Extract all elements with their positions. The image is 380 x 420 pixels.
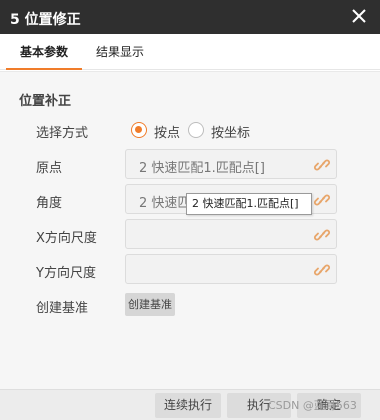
title-bar: 5 位置修正	[0, 0, 380, 34]
x-scale-field[interactable]	[125, 219, 337, 249]
radio-by-coordinate[interactable]	[188, 122, 204, 138]
origin-value: 2 快速匹配1.匹配点[]	[139, 161, 265, 176]
mode-label: 选择方式	[36, 126, 89, 141]
window-title: 5 位置修正	[10, 12, 81, 28]
y-scale-field[interactable]	[125, 254, 337, 284]
tab-results[interactable]: 结果显示	[90, 34, 150, 70]
tab-basic-params[interactable]: 基本参数	[6, 34, 82, 70]
link-icon[interactable]	[314, 192, 330, 208]
create-base-label: 创建基准	[36, 301, 89, 316]
link-icon[interactable]	[314, 157, 330, 173]
x-scale-label: X方向尺度	[36, 231, 97, 246]
origin-label: 原点	[36, 161, 63, 176]
link-icon[interactable]	[314, 262, 330, 278]
origin-field[interactable]: 2 快速匹配1.匹配点[]	[125, 149, 337, 179]
y-scale-label: Y方向尺度	[36, 266, 96, 281]
run-continuous-button[interactable]: 连续执行	[155, 393, 221, 418]
watermark-text: CSDN @蓝哥563	[268, 399, 357, 412]
tab-bar: 基本参数 结果显示	[0, 34, 380, 70]
create-base-button[interactable]: 创建基准	[125, 293, 175, 316]
radio-by-coordinate-label[interactable]: 按坐标	[211, 122, 250, 141]
angle-label: 角度	[36, 196, 63, 211]
link-icon[interactable]	[314, 227, 330, 243]
radio-by-point[interactable]	[131, 122, 147, 138]
radio-by-point-label[interactable]: 按点	[154, 122, 180, 141]
value-tooltip: 2 快速匹配1.匹配点[]	[186, 193, 312, 215]
section-title: 位置补正	[19, 94, 72, 109]
close-icon[interactable]	[348, 5, 370, 27]
